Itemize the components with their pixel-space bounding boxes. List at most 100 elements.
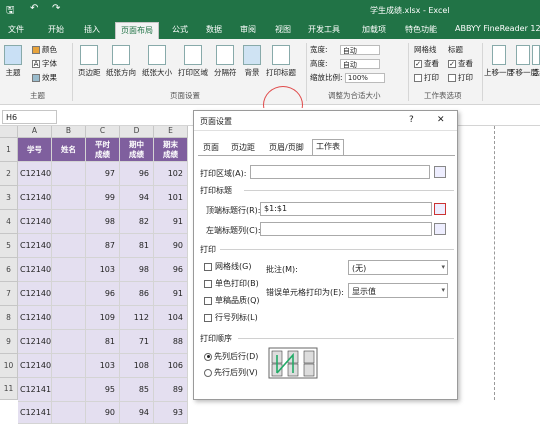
score-cell[interactable]: 88 xyxy=(154,330,188,354)
row-header[interactable]: 2 xyxy=(0,162,18,186)
close-button[interactable]: ✕ xyxy=(437,115,445,125)
score-cell[interactable]: 99 xyxy=(86,186,120,210)
down-then-over-radio[interactable] xyxy=(204,352,212,361)
score-cell[interactable]: 90 xyxy=(154,234,188,258)
gridlines-print-checkbox[interactable] xyxy=(414,74,422,82)
score-cell[interactable]: 108 xyxy=(120,354,154,378)
redo-icon[interactable]: ↷ xyxy=(52,3,60,14)
select-all-corner[interactable] xyxy=(0,126,18,138)
score-cell[interactable]: 91 xyxy=(154,210,188,234)
name-cell[interactable] xyxy=(52,210,86,234)
mono-option[interactable]: 单色打印(B) xyxy=(204,278,259,289)
name-cell[interactable] xyxy=(52,378,86,402)
score-cell[interactable]: 90 xyxy=(86,402,120,424)
dialog-tab-header-footer[interactable]: 页眉/页脚 xyxy=(266,141,307,155)
headings-view-checkbox[interactable]: ✓ xyxy=(448,60,456,68)
tab-insert[interactable]: 插入 xyxy=(84,24,100,35)
save-icon[interactable]: 🖫 xyxy=(6,3,15,20)
score-cell[interactable]: 87 xyxy=(86,234,120,258)
score-cell[interactable]: 82 xyxy=(120,210,154,234)
print-area-input[interactable] xyxy=(250,165,430,179)
student-id-cell[interactable]: C121405 xyxy=(18,258,52,282)
score-cell[interactable]: 97 xyxy=(86,162,120,186)
scale-input[interactable]: 100% xyxy=(344,73,385,83)
header-cell[interactable]: 姓名 xyxy=(52,138,86,162)
headings-checkbox[interactable] xyxy=(204,313,212,322)
name-cell[interactable] xyxy=(52,234,86,258)
tab-developer[interactable]: 开发工具 xyxy=(308,24,340,35)
dialog-tab-margins[interactable]: 页边距 xyxy=(228,141,258,155)
headings-option[interactable]: 行号列标(L) xyxy=(204,312,258,323)
name-cell[interactable] xyxy=(52,282,86,306)
student-id-cell[interactable]: C121402 xyxy=(18,186,52,210)
tab-file[interactable]: 文件 xyxy=(8,24,24,35)
gridlines-view-option[interactable]: ✓ 查看 xyxy=(414,58,439,69)
header-cell[interactable]: 学号 xyxy=(18,138,52,162)
student-id-cell[interactable]: C121408 xyxy=(18,330,52,354)
student-id-cell[interactable]: C121409 xyxy=(18,354,52,378)
draft-checkbox[interactable] xyxy=(204,296,212,305)
score-cell[interactable]: 106 xyxy=(154,354,188,378)
score-cell[interactable]: 96 xyxy=(120,162,154,186)
tab-home[interactable]: 开始 xyxy=(48,24,64,35)
background-button[interactable]: 背景 xyxy=(243,45,261,78)
collapse-dialog-icon[interactable] xyxy=(434,166,446,178)
row-header[interactable]: 1 xyxy=(0,138,18,162)
score-cell[interactable]: 71 xyxy=(120,330,154,354)
score-cell[interactable]: 103 xyxy=(86,258,120,282)
headings-print-option[interactable]: 打印 xyxy=(448,72,473,83)
name-cell[interactable] xyxy=(52,258,86,282)
score-cell[interactable]: 94 xyxy=(120,402,154,424)
effects-button[interactable]: 效果 xyxy=(32,72,57,83)
width-dropdown[interactable]: 自动 xyxy=(339,45,380,55)
tab-addins[interactable]: 加载项 xyxy=(362,24,386,35)
size-button[interactable]: 纸张大小 xyxy=(142,45,172,78)
column-header[interactable]: C xyxy=(86,126,120,138)
header-cell[interactable]: 期中成绩 xyxy=(120,138,154,162)
row-header[interactable]: 6 xyxy=(0,258,18,282)
themes-button[interactable]: 主题 xyxy=(4,45,22,78)
tab-formulas[interactable]: 公式 xyxy=(172,24,188,35)
score-cell[interactable]: 104 xyxy=(154,306,188,330)
gridlines-option[interactable]: 网格线(G) xyxy=(204,261,251,272)
score-cell[interactable]: 98 xyxy=(86,210,120,234)
row-header[interactable]: 10 xyxy=(0,354,18,378)
dialog-tab-sheet[interactable]: 工作表 xyxy=(312,139,344,155)
student-id-cell[interactable]: C121401 xyxy=(18,162,52,186)
student-id-cell[interactable]: C121411 xyxy=(18,402,52,424)
tab-view[interactable]: 视图 xyxy=(275,24,291,35)
row-header[interactable]: 11 xyxy=(0,378,18,400)
student-id-cell[interactable]: C121410 xyxy=(18,378,52,402)
name-cell[interactable] xyxy=(52,330,86,354)
row-header[interactable]: 4 xyxy=(0,210,18,234)
column-header[interactable]: D xyxy=(120,126,154,138)
score-cell[interactable]: 103 xyxy=(86,354,120,378)
margins-button[interactable]: 页边距 xyxy=(78,45,101,78)
comments-select[interactable]: (无) ▾ xyxy=(348,260,448,275)
name-cell[interactable] xyxy=(52,162,86,186)
row-header[interactable]: 7 xyxy=(0,282,18,306)
print-area-button[interactable]: 打印区域 xyxy=(178,45,208,78)
score-cell[interactable]: 101 xyxy=(154,186,188,210)
headings-print-checkbox[interactable] xyxy=(448,74,456,82)
selection-pane-button[interactable]: 选 xyxy=(532,45,540,78)
name-box[interactable]: H6 xyxy=(2,110,57,124)
score-cell[interactable]: 102 xyxy=(154,162,188,186)
fonts-button[interactable]: A 字体 xyxy=(32,58,57,69)
tab-review[interactable]: 审阅 xyxy=(240,24,256,35)
orientation-button[interactable]: 纸张方向 xyxy=(106,45,136,78)
score-cell[interactable]: 96 xyxy=(86,282,120,306)
score-cell[interactable]: 86 xyxy=(120,282,154,306)
breaks-button[interactable]: 分隔符 xyxy=(214,45,237,78)
height-dropdown[interactable]: 自动 xyxy=(339,59,380,69)
row-header[interactable]: 8 xyxy=(0,306,18,330)
over-then-down-option[interactable]: 先行后列(V) xyxy=(204,367,258,378)
collapse-dialog-icon[interactable] xyxy=(434,203,446,215)
draft-option[interactable]: 草稿品质(Q) xyxy=(204,295,260,306)
help-button[interactable]: ? xyxy=(409,115,414,125)
row-header[interactable]: 3 xyxy=(0,186,18,210)
gridlines-print-option[interactable]: 打印 xyxy=(414,72,439,83)
student-id-cell[interactable]: C121403 xyxy=(18,210,52,234)
name-cell[interactable] xyxy=(52,306,86,330)
colors-button[interactable]: 颜色 xyxy=(32,44,57,55)
